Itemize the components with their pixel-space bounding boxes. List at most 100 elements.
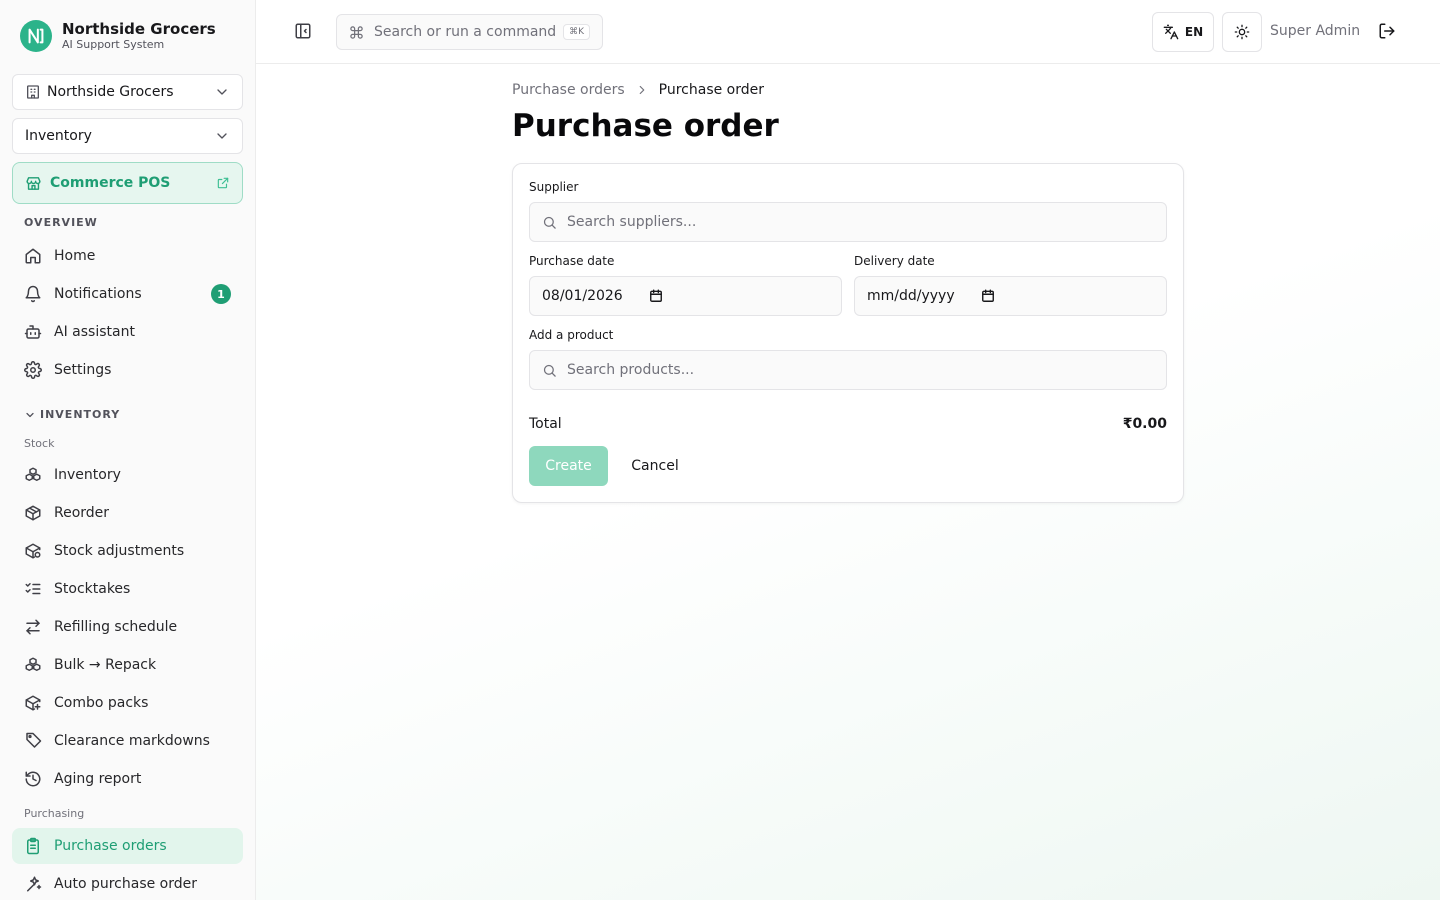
sidebar-item-settings[interactable]: Settings: [12, 352, 243, 388]
history-icon: [24, 770, 42, 788]
sidebar-item-inventory[interactable]: Inventory: [12, 457, 243, 493]
home-icon: [24, 247, 42, 265]
sidebar-item-label: Home: [54, 248, 96, 264]
sidebar-item-label: AI assistant: [54, 324, 135, 340]
breadcrumb-current: Purchase order: [658, 82, 765, 98]
sidebar-item-notifications[interactable]: Notifications 1: [12, 276, 243, 312]
breadcrumb-parent-link[interactable]: Purchase orders: [512, 82, 625, 98]
sidebar-item-combo-packs[interactable]: Combo packs: [12, 685, 243, 721]
tag-icon: [24, 732, 42, 750]
chevron-right-icon: [635, 83, 649, 97]
language-label: EN: [1184, 25, 1204, 39]
sidebar-item-label: Combo packs: [54, 695, 149, 711]
brand-subtitle: AI Support System: [62, 38, 165, 51]
sidebar-item-label: Aging report: [54, 771, 142, 787]
package-icon: [24, 504, 42, 522]
sidebar-item-stocktakes[interactable]: Stocktakes: [12, 571, 243, 607]
user-name[interactable]: Super Admin: [1270, 23, 1360, 39]
list-checks-icon: [24, 580, 42, 598]
sidebar-toggle-icon[interactable]: [294, 22, 314, 42]
sidebar-item-label: Bulk → Repack: [54, 657, 157, 673]
product-search-placeholder: Search products...: [567, 362, 695, 378]
brand-name: Northside Grocers: [62, 20, 216, 38]
overview-section-label: OVERVIEW: [24, 216, 98, 229]
logout-icon[interactable]: [1378, 22, 1398, 42]
supplier-search-input[interactable]: Search suppliers...: [529, 202, 1167, 242]
sidebar-item-home[interactable]: Home: [12, 238, 243, 274]
delivery-date-label: Delivery date: [854, 254, 935, 268]
bot-icon: [24, 323, 42, 341]
command-icon: [349, 25, 364, 40]
sidebar-item-label: Refilling schedule: [54, 619, 178, 635]
notification-count-badge: 1: [211, 284, 231, 304]
sidebar-item-purchase-orders[interactable]: Purchase orders: [12, 828, 243, 864]
sidebar-item-stock-adjustments[interactable]: Stock adjustments: [12, 533, 243, 569]
inventory-section-label: INVENTORY: [40, 408, 121, 421]
create-button[interactable]: Create: [529, 446, 608, 486]
chevron-down-icon: [214, 84, 230, 100]
sidebar-item-clearance-markdowns[interactable]: Clearance markdowns: [12, 723, 243, 759]
sun-icon: [1234, 24, 1250, 40]
commerce-pos-label: Commerce POS: [50, 175, 171, 191]
clipboard-list-icon: [24, 837, 42, 855]
sidebar-item-reorder[interactable]: Reorder: [12, 495, 243, 531]
page-title: Purchase order: [512, 108, 779, 144]
sidebar-item-label: Clearance markdowns: [54, 733, 210, 749]
command-search[interactable]: Search or run a command ⌘K: [336, 14, 603, 50]
sidebar-item-refilling-schedule[interactable]: Refilling schedule: [12, 609, 243, 645]
commerce-pos-button[interactable]: Commerce POS: [12, 162, 243, 204]
top-bar: Search or run a command ⌘K EN Super Admi…: [256, 0, 1440, 64]
module-select[interactable]: Inventory: [12, 118, 243, 154]
sidebar-item-label: Reorder: [54, 505, 110, 521]
external-link-icon: [216, 176, 230, 190]
command-search-placeholder: Search or run a command: [374, 24, 557, 40]
store-icon: [25, 175, 42, 192]
delivery-date-placeholder: mm/dd/yyyy: [867, 288, 955, 304]
delivery-date-input[interactable]: mm/dd/yyyy: [854, 276, 1167, 316]
sidebar-item-ai-assistant[interactable]: AI assistant: [12, 314, 243, 350]
sparkles-icon: [24, 875, 42, 893]
bell-icon: [24, 285, 42, 303]
search-icon: [542, 215, 557, 230]
sidebar: Northside Grocers AI Support System Nort…: [0, 0, 256, 900]
sidebar-item-label: Settings: [54, 362, 112, 378]
brand-logo: [20, 20, 52, 52]
organization-select[interactable]: Northside Grocers: [12, 74, 243, 110]
package-plus-icon: [24, 694, 42, 712]
module-select-value: Inventory: [25, 128, 92, 144]
theme-toggle-button[interactable]: [1222, 12, 1262, 52]
calendar-icon[interactable]: [981, 289, 995, 303]
breadcrumb: Purchase orders Purchase order: [512, 82, 764, 98]
sidebar-item-label: Stock adjustments: [54, 543, 185, 559]
add-product-label: Add a product: [529, 328, 614, 342]
purchasing-group-label: Purchasing: [24, 807, 85, 820]
brand: Northside Grocers AI Support System: [20, 20, 216, 52]
total-label: Total: [529, 416, 562, 432]
sidebar-item-label: Notifications: [54, 286, 142, 302]
purchase-order-form: Supplier Search suppliers... Purchase da…: [512, 163, 1184, 503]
chevron-down-icon: [214, 128, 230, 144]
purchase-date-label: Purchase date: [529, 254, 615, 268]
sidebar-item-label: Stocktakes: [54, 581, 131, 597]
purchase-date-value: 08/01/2026: [542, 288, 623, 304]
organization-select-value: Northside Grocers: [47, 84, 174, 100]
sidebar-item-aging-report[interactable]: Aging report: [12, 761, 243, 797]
purchase-date-input[interactable]: 08/01/2026: [529, 276, 842, 316]
translate-icon: [1163, 24, 1179, 40]
supplier-label: Supplier: [529, 180, 579, 194]
search-icon: [542, 363, 557, 378]
sidebar-item-bulk-repack[interactable]: Bulk → Repack: [12, 647, 243, 683]
cancel-button[interactable]: Cancel: [620, 446, 690, 486]
sidebar-item-label: Purchase orders: [54, 838, 167, 854]
total-value: ₹0.00: [1122, 416, 1167, 432]
inventory-section-toggle[interactable]: INVENTORY: [24, 408, 120, 421]
chevron-down-icon: [24, 409, 36, 421]
arrows-swap-icon: [24, 618, 42, 636]
keyboard-shortcut-hint: ⌘K: [563, 24, 590, 40]
sidebar-item-auto-purchase-order[interactable]: Auto purchase order: [12, 866, 243, 900]
calendar-icon[interactable]: [649, 289, 663, 303]
product-search-input[interactable]: Search products...: [529, 350, 1167, 390]
boxes-icon: [24, 656, 42, 674]
gear-icon: [24, 361, 42, 379]
language-button[interactable]: EN: [1152, 12, 1214, 52]
